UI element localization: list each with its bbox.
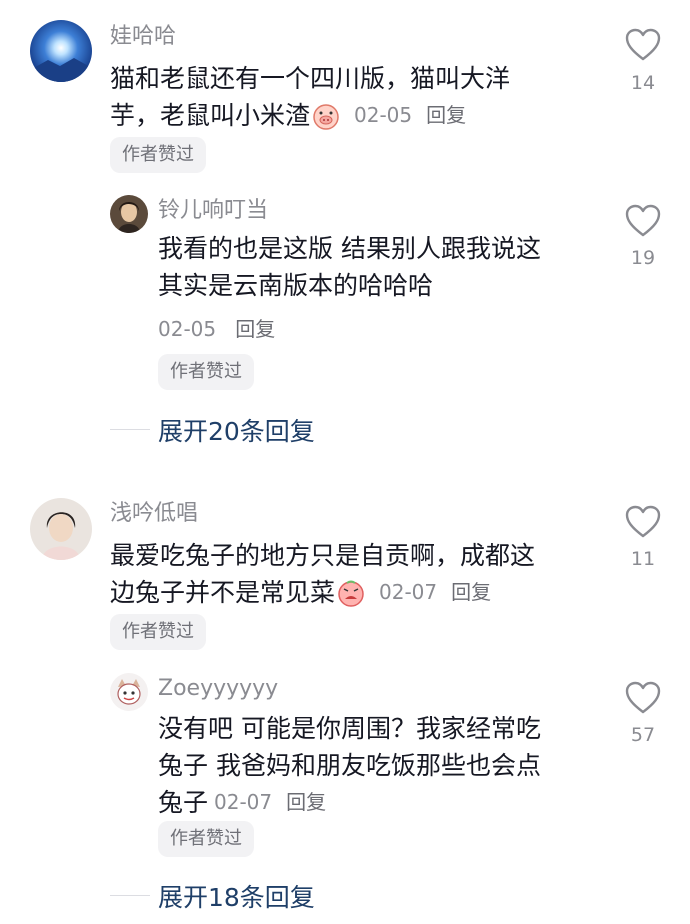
avatar[interactable] bbox=[30, 498, 92, 560]
comment-text-line: 最爱吃兔子的地方只是自贡啊，成都这 bbox=[110, 541, 536, 570]
reply-username[interactable]: Zoeyyyyyy bbox=[158, 674, 278, 704]
pig-face-emoji bbox=[312, 102, 340, 130]
reply-text-line: 其实是云南版本的哈哈哈 bbox=[158, 271, 434, 300]
heart-icon bbox=[625, 204, 661, 237]
reply-text-line: 兔子 02-07 回复 bbox=[158, 784, 541, 821]
reply-button[interactable]: 回复 bbox=[426, 97, 466, 134]
comment-username[interactable]: 娃哈哈 bbox=[110, 22, 176, 52]
expand-replies-button[interactable]: 展开18条回复 bbox=[158, 878, 315, 914]
reply-date: 02-05 bbox=[158, 317, 217, 341]
comment-text-line: 边兔子并不是常见菜 02-07 回复 bbox=[110, 574, 535, 611]
author-liked-badge: 作者赞过 bbox=[158, 821, 254, 857]
reply-text-line: 兔子 我爸妈和朋友吃饭那些也会点 bbox=[158, 751, 541, 780]
crying-face-emoji bbox=[337, 579, 365, 607]
reply-meta: 02-05 回复 bbox=[158, 313, 275, 342]
comment-username[interactable]: 浅吟低唱 bbox=[110, 499, 198, 529]
divider bbox=[110, 895, 150, 896]
avatar[interactable] bbox=[110, 673, 148, 711]
reply-username[interactable]: 铃儿响叮当 bbox=[158, 196, 268, 226]
reply-button[interactable]: 回复 bbox=[286, 784, 326, 821]
expand-replies-button[interactable]: 展开20条回复 bbox=[158, 412, 315, 448]
heart-icon bbox=[625, 505, 661, 538]
reply-date: 02-07 bbox=[214, 790, 273, 814]
reply-text: 我看的也是这版 结果别人跟我说这 其实是云南版本的哈哈哈 bbox=[158, 230, 541, 304]
divider bbox=[110, 429, 150, 430]
reply-text-line: 我看的也是这版 结果别人跟我说这 bbox=[158, 234, 541, 263]
avatar[interactable] bbox=[110, 195, 148, 233]
reply-text: 没有吧 可能是你周围？我家经常吃 兔子 我爸妈和朋友吃饭那些也会点 兔子 02-… bbox=[158, 710, 541, 821]
comment-text-line: 猫和老鼠还有一个四川版，猫叫大洋 bbox=[110, 64, 511, 93]
like-button[interactable] bbox=[623, 28, 663, 66]
heart-icon bbox=[625, 28, 661, 61]
comment-text: 最爱吃兔子的地方只是自贡啊，成都这 边兔子并不是常见菜 02-07 回复 bbox=[110, 537, 535, 611]
reply-button[interactable]: 回复 bbox=[235, 317, 275, 341]
like-count: 19 bbox=[630, 247, 656, 269]
comment-text-line: 芋，老鼠叫小米渣 02-05 回复 bbox=[110, 97, 510, 134]
comment-date: 02-05 bbox=[354, 103, 413, 127]
author-liked-badge: 作者赞过 bbox=[110, 614, 206, 650]
author-liked-badge: 作者赞过 bbox=[158, 354, 254, 390]
avatar-image bbox=[30, 498, 92, 560]
author-liked-badge: 作者赞过 bbox=[110, 137, 206, 173]
like-button[interactable] bbox=[623, 505, 663, 543]
avatar[interactable] bbox=[30, 20, 92, 82]
like-button[interactable] bbox=[623, 204, 663, 242]
reply-button[interactable]: 回复 bbox=[451, 574, 491, 611]
avatar-image bbox=[110, 673, 148, 711]
heart-icon bbox=[625, 681, 661, 714]
comment-date: 02-07 bbox=[379, 580, 438, 604]
comment-text: 猫和老鼠还有一个四川版，猫叫大洋 芋，老鼠叫小米渣 02-05 回复 bbox=[110, 60, 510, 134]
like-count: 11 bbox=[630, 548, 656, 570]
like-count: 14 bbox=[630, 72, 656, 94]
like-count: 57 bbox=[630, 724, 656, 746]
like-button[interactable] bbox=[623, 681, 663, 719]
reply-text-line: 没有吧 可能是你周围？我家经常吃 bbox=[158, 714, 541, 743]
avatar-image bbox=[30, 20, 92, 82]
avatar-image bbox=[110, 195, 148, 233]
